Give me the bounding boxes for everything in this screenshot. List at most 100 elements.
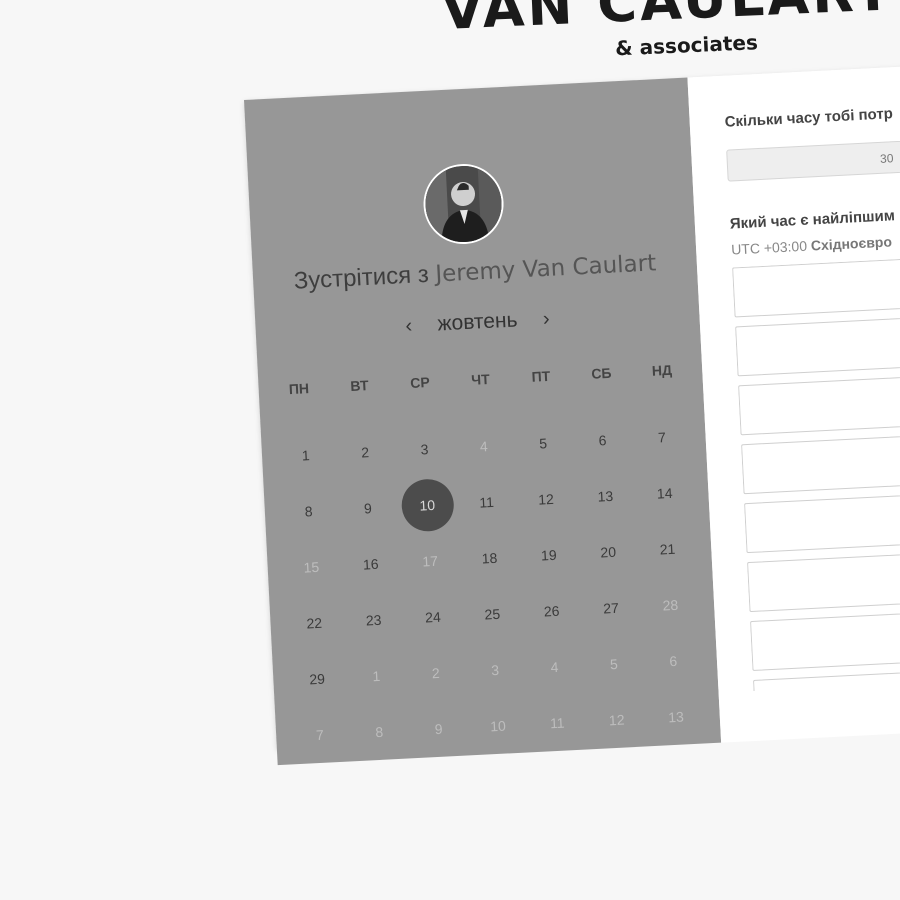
day-number: 1: [301, 447, 311, 464]
calendar-day[interactable]: 9: [337, 479, 399, 538]
calendar-day: 7: [289, 706, 351, 765]
day-number: 10: [489, 717, 507, 735]
calendar-day: 4: [453, 417, 515, 476]
day-number: 11: [549, 714, 566, 732]
calendar-day: 15: [280, 538, 342, 597]
time-slot-button[interactable]: [750, 607, 900, 672]
weekday-sun: НД: [651, 361, 673, 379]
calendar-day: 9: [408, 699, 470, 758]
meet-title: Зустрітися з Jeremy Van Caulart: [253, 247, 698, 297]
month-navigation: ‹ жовтень ›: [255, 299, 700, 345]
day-number: 8: [374, 723, 384, 741]
duration-question: Скільки часу тобі потр: [724, 105, 894, 131]
day-number: 3: [490, 661, 500, 679]
time-selection-panel: Скільки часу тобі потр 30 Який час є най…: [687, 63, 900, 743]
weekday-header: ПН ВТ СР ЧТ ПТ СБ НД: [268, 361, 692, 398]
time-slot-button[interactable]: [744, 490, 900, 554]
calendar-day[interactable]: 23: [343, 591, 405, 650]
day-number: 18: [481, 549, 498, 567]
day-number: 16: [362, 555, 379, 573]
calendar-day[interactable]: 24: [402, 588, 464, 647]
time-slot-button[interactable]: 1: [735, 313, 900, 377]
calendar-day[interactable]: 2: [334, 423, 396, 482]
weekday-sat: СБ: [590, 364, 612, 382]
calendar-day[interactable]: 7: [631, 408, 693, 467]
day-number: 12: [608, 711, 625, 729]
weekday-fri: ПТ: [531, 367, 551, 385]
calendar-day: 28: [639, 576, 701, 635]
calendar-day[interactable]: 20: [577, 523, 639, 582]
day-number: 7: [657, 429, 667, 446]
day-number: 20: [600, 543, 617, 561]
timezone-offset: UTC +03:00: [730, 237, 808, 258]
calendar-day[interactable]: 12: [515, 470, 577, 529]
calendar-day[interactable]: 18: [458, 529, 520, 588]
calendar-day[interactable]: 1: [275, 426, 337, 485]
timezone-selector[interactable]: UTC +03:00 Східноєвро: [731, 233, 892, 257]
person-photo-icon: [423, 164, 504, 244]
calendar-day: 8: [348, 702, 410, 761]
calendar-day: 4: [523, 638, 585, 697]
day-number: 8: [304, 503, 313, 520]
booking-widget: Зустрітися з Jeremy Van Caulart ‹ жовтен…: [244, 63, 900, 766]
time-slot-button[interactable]: [752, 666, 900, 691]
prev-month-icon[interactable]: ‹: [397, 314, 420, 338]
day-number: 17: [421, 552, 439, 570]
day-number: 23: [365, 611, 382, 629]
time-slot-button[interactable]: 1: [738, 372, 900, 436]
calendar-grid: 1 2 3 4 5 6 7 8 9 10 11 12 13 14 15 16 17 18 19 20 21 22 23 24 2…: [275, 408, 707, 765]
calendar-day: 2: [405, 644, 467, 703]
time-question: Який час є найліпшим: [729, 207, 896, 233]
calendar-day[interactable]: 16: [340, 535, 402, 594]
calendar-day[interactable]: 3: [393, 420, 455, 479]
calendar-day: 11: [526, 693, 588, 752]
calendar-day[interactable]: 25: [461, 585, 523, 644]
calendar-day[interactable]: 14: [634, 464, 696, 523]
calendar-day: 13: [645, 687, 707, 746]
weekday-tue: ВТ: [349, 377, 369, 394]
host-name: Jeremy Van Caulart: [434, 250, 657, 288]
meet-prefix: Зустрітися з: [293, 260, 430, 295]
day-number: 10: [400, 477, 455, 533]
day-number: 9: [434, 720, 443, 738]
calendar-day[interactable]: 21: [636, 520, 698, 579]
day-number: 13: [667, 708, 685, 726]
day-number: 2: [360, 444, 370, 461]
day-number: 28: [662, 596, 679, 614]
calendar-day[interactable]: 11: [456, 473, 518, 532]
calendar-day[interactable]: 26: [521, 582, 583, 641]
time-slot-button[interactable]: [747, 548, 900, 613]
calendar-day[interactable]: 6: [571, 411, 633, 470]
calendar-day: 3: [464, 641, 526, 700]
next-month-icon[interactable]: ›: [535, 307, 558, 331]
calendar-day[interactable]: 8: [278, 482, 340, 541]
calendar-day[interactable]: 19: [518, 526, 580, 585]
day-number: 4: [550, 658, 559, 676]
calendar-day: 6: [642, 632, 704, 691]
day-number: 9: [363, 500, 373, 517]
time-slot-button[interactable]: 1: [732, 254, 900, 318]
day-number: 21: [659, 540, 676, 558]
calendar-day: 10: [467, 696, 529, 755]
day-number: 1: [372, 667, 381, 685]
calendar-day[interactable]: 29: [286, 650, 348, 709]
brand-logo: VAN CAULART & associates: [440, 0, 896, 68]
duration-select[interactable]: 30: [726, 136, 900, 182]
selected-day[interactable]: 10: [396, 476, 458, 535]
day-number: 13: [597, 487, 614, 505]
calendar-day[interactable]: 22: [283, 594, 345, 653]
weekday-mon: ПН: [288, 380, 310, 398]
calendar-day[interactable]: 5: [512, 414, 574, 473]
calendar-day: 1: [345, 647, 407, 706]
day-number: 26: [543, 602, 560, 620]
day-number: 6: [598, 432, 607, 449]
day-number: 5: [538, 435, 548, 452]
day-number: 4: [479, 438, 489, 455]
time-slot-list: 111: [732, 254, 900, 691]
time-slot-button[interactable]: [741, 431, 900, 495]
calendar-day[interactable]: 13: [574, 467, 636, 526]
timezone-name: Східноєвро: [810, 233, 893, 254]
calendar-day[interactable]: 27: [580, 579, 642, 638]
page: VAN CAULART & associates Зустрітися з Je…: [0, 0, 900, 900]
day-number: 2: [431, 664, 441, 682]
